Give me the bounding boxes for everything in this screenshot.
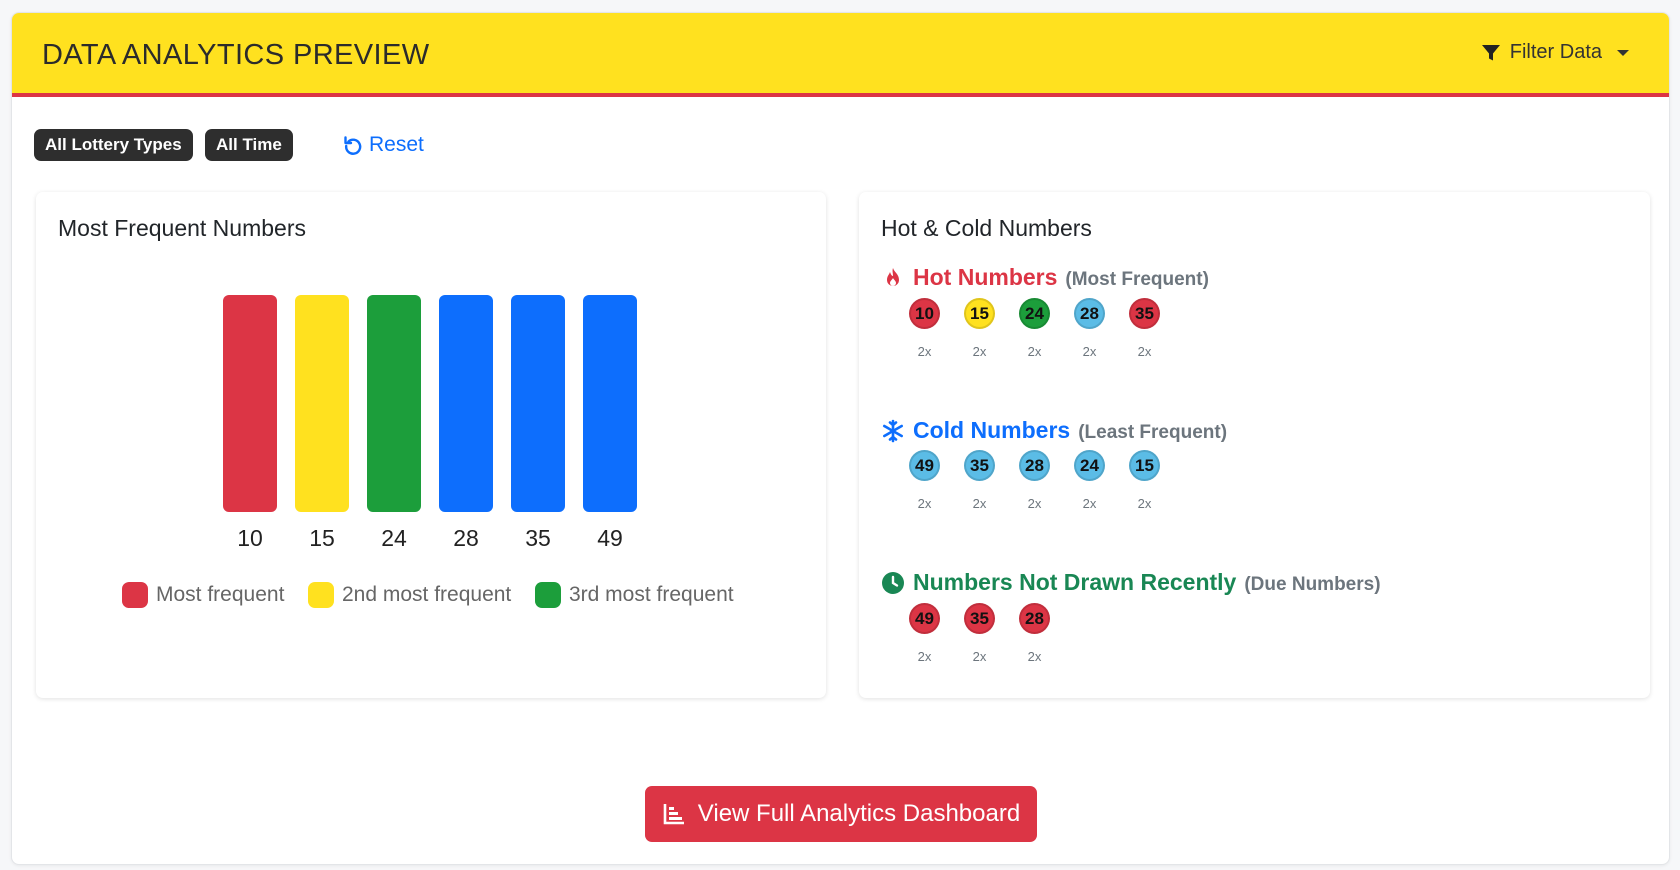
bar-label-10: 10: [237, 525, 263, 551]
due-numbers-subtitle: (Due Numbers): [1244, 574, 1381, 595]
cold-numbers-subtitle: (Least Frequent): [1078, 422, 1228, 443]
cold-number-count: 2x: [917, 496, 932, 511]
bar-label-24: 24: [381, 525, 407, 551]
chart-icon: [663, 804, 684, 825]
cold-number-count: 2x: [1137, 496, 1152, 511]
due-number-ball: 49: [909, 603, 940, 634]
page-title: DATA ANALYTICS PREVIEW: [42, 39, 430, 71]
legend-label-third: 3rd most frequent: [569, 583, 734, 606]
due-numbers-row: 49 2x 35 2x 28 2x: [909, 603, 1050, 664]
due-number-item: 35 2x: [964, 603, 995, 664]
hot-number-item: 15 2x: [964, 298, 995, 359]
hot-number-count: 2x: [1027, 344, 1042, 359]
bar-label-28: 28: [453, 525, 479, 551]
clock-icon: [882, 571, 904, 594]
filter-data-label: Filter Data: [1509, 41, 1602, 63]
bar-label-35: 35: [525, 525, 551, 551]
hot-number-item: 24 2x: [1019, 298, 1050, 359]
legend-swatch-yellow: [308, 582, 334, 608]
hot-number-item: 35 2x: [1129, 298, 1160, 359]
bar-28: [439, 295, 493, 512]
due-number-count: 2x: [972, 649, 987, 664]
bar-label-15: 15: [309, 525, 335, 551]
cold-number-item: 24 2x: [1074, 450, 1105, 511]
chevron-down-icon: [1617, 49, 1629, 56]
snowflake-icon: [882, 419, 904, 442]
filter-pill-lottery-types[interactable]: All Lottery Types: [34, 129, 193, 161]
due-number-item: 49 2x: [909, 603, 940, 664]
hot-cold-card: Hot & Cold Numbers Hot Numbers (Most Fre…: [859, 192, 1650, 698]
due-number-item: 28 2x: [1019, 603, 1050, 664]
cold-number-ball: 35: [964, 450, 995, 481]
analytics-panel: DATA ANALYTICS PREVIEW Filter Data All L…: [11, 12, 1670, 865]
hot-number-ball: 28: [1074, 298, 1105, 329]
legend-swatch-green: [535, 582, 561, 608]
cold-numbers-title: Cold Numbers: [913, 417, 1071, 443]
filter-icon: [1481, 44, 1500, 60]
view-full-dashboard-label: View Full Analytics Dashboard: [697, 800, 1021, 827]
cold-numbers-heading: Cold Numbers (Least Frequent): [881, 417, 1227, 444]
due-numbers-title: Numbers Not Drawn Recently: [913, 569, 1237, 595]
due-number-ball: 35: [964, 603, 995, 634]
cold-number-count: 2x: [1082, 496, 1097, 511]
cold-number-ball: 49: [909, 450, 940, 481]
most-frequent-title: Most Frequent Numbers: [58, 215, 306, 241]
most-frequent-card: Most Frequent Numbers 10 15 24 28 35 49 Most …: [36, 192, 826, 698]
due-number-count: 2x: [917, 649, 932, 664]
cold-numbers-row: 49 2x 35 2x 28 2x 24 2x 15 2x: [909, 450, 1160, 511]
reset-button[interactable]: Reset: [343, 133, 424, 157]
legend-swatch-red: [122, 582, 148, 608]
legend-item-most: Most frequent: [122, 582, 284, 608]
filter-data-button[interactable]: Filter Data: [1481, 41, 1629, 64]
hot-number-ball: 24: [1019, 298, 1050, 329]
hot-number-count: 2x: [972, 344, 987, 359]
hot-number-ball: 15: [964, 298, 995, 329]
legend-label-second: 2nd most frequent: [342, 583, 512, 606]
hot-number-item: 10 2x: [909, 298, 940, 359]
cold-number-ball: 24: [1074, 450, 1105, 481]
due-number-ball: 28: [1019, 603, 1050, 634]
hot-numbers-heading: Hot Numbers (Most Frequent): [881, 264, 1209, 291]
cold-number-count: 2x: [1027, 496, 1042, 511]
fire-icon: [887, 267, 899, 286]
hot-numbers-row: 10 2x 15 2x 24 2x 28 2x 35 2x: [909, 298, 1160, 359]
view-full-dashboard-button[interactable]: View Full Analytics Dashboard: [645, 786, 1037, 842]
bar-10: [223, 295, 277, 512]
reset-label: Reset: [369, 133, 424, 156]
legend-item-second: 2nd most frequent: [308, 582, 511, 608]
bar-15: [295, 295, 349, 512]
bar-label-49: 49: [597, 525, 623, 551]
due-number-count: 2x: [1027, 649, 1042, 664]
legend-item-third: 3rd most frequent: [535, 582, 734, 608]
cold-number-item: 49 2x: [909, 450, 940, 511]
cold-number-ball: 15: [1129, 450, 1160, 481]
due-numbers-heading: Numbers Not Drawn Recently (Due Numbers): [881, 569, 1381, 596]
hot-number-count: 2x: [917, 344, 932, 359]
reset-icon: [344, 136, 362, 155]
bar-49: [583, 295, 637, 512]
hot-number-item: 28 2x: [1074, 298, 1105, 359]
hot-cold-title: Hot & Cold Numbers: [881, 215, 1092, 241]
legend-label-most: Most frequent: [156, 583, 285, 606]
cold-number-item: 35 2x: [964, 450, 995, 511]
cold-number-ball: 28: [1019, 450, 1050, 481]
bar-24: [367, 295, 421, 512]
bar-35: [511, 295, 565, 512]
hot-numbers-subtitle: (Most Frequent): [1065, 269, 1209, 290]
hot-numbers-title: Hot Numbers: [913, 264, 1058, 290]
hot-number-count: 2x: [1137, 344, 1152, 359]
header-bar: DATA ANALYTICS PREVIEW Filter Data: [12, 13, 1669, 97]
hot-number-ball: 10: [909, 298, 940, 329]
hot-number-count: 2x: [1082, 344, 1097, 359]
cold-number-count: 2x: [972, 496, 987, 511]
hot-number-ball: 35: [1129, 298, 1160, 329]
filter-pill-time-range[interactable]: All Time: [205, 129, 293, 161]
cold-number-item: 28 2x: [1019, 450, 1050, 511]
cold-number-item: 15 2x: [1129, 450, 1160, 511]
